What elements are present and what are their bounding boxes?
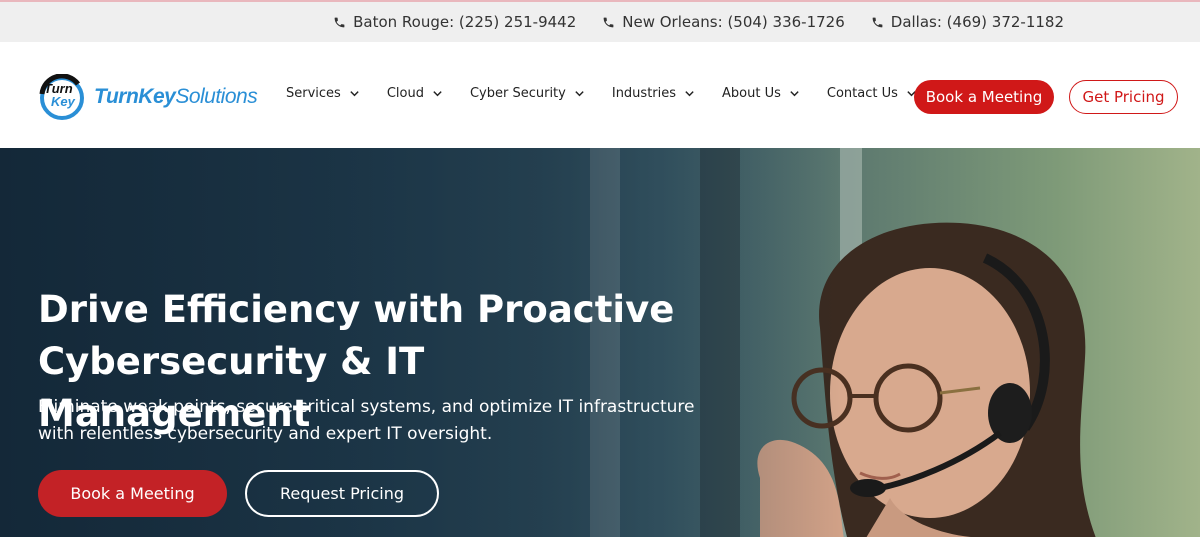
hero-subtitle: Eliminate weak points, secure critical s… bbox=[38, 394, 698, 448]
site-header: Turn Key TurnKeySolutions Services Cloud… bbox=[0, 42, 1200, 148]
hero-title-line: Drive Efficiency with Proactive bbox=[38, 288, 675, 331]
nav-label: About Us bbox=[722, 86, 781, 101]
nav-cloud[interactable]: Cloud bbox=[387, 86, 443, 101]
phone-baton-rouge[interactable]: Baton Rouge: (225) 251-9442 bbox=[333, 13, 576, 31]
chevron-down-icon bbox=[685, 91, 694, 97]
phone-label: New Orleans: (504) 336-1726 bbox=[622, 13, 845, 31]
nav-about-us[interactable]: About Us bbox=[722, 86, 800, 101]
chevron-down-icon bbox=[433, 91, 442, 97]
chevron-down-icon bbox=[575, 91, 584, 97]
chevron-down-icon bbox=[350, 91, 359, 97]
chevron-down-icon bbox=[790, 91, 799, 97]
phone-icon bbox=[872, 17, 883, 27]
nav-industries[interactable]: Industries bbox=[612, 86, 695, 101]
turnkey-logo-mark: Turn Key bbox=[39, 74, 84, 120]
phone-label: Dallas: (469) 372-1182 bbox=[890, 13, 1064, 31]
phone-icon bbox=[603, 17, 614, 27]
nav-contact-us[interactable]: Contact Us bbox=[827, 86, 917, 101]
site-logo[interactable]: Turn Key TurnKeySolutions bbox=[38, 74, 258, 120]
main-nav: Services Cloud Cyber Security Industries… bbox=[286, 86, 917, 101]
hero-book-meeting-button[interactable]: Book a Meeting bbox=[38, 470, 227, 517]
get-pricing-button[interactable]: Get Pricing bbox=[1069, 80, 1178, 114]
book-meeting-button[interactable]: Book a Meeting bbox=[914, 80, 1054, 114]
nav-label: Contact Us bbox=[826, 86, 898, 101]
svg-text:Key: Key bbox=[51, 94, 76, 109]
nav-label: Cloud bbox=[386, 86, 424, 101]
hero-subtitle-line: with relentless cybersecurity and expert… bbox=[38, 424, 493, 444]
phone-icon bbox=[334, 17, 345, 27]
nav-services[interactable]: Services bbox=[286, 86, 360, 101]
logo-wordmark: TurnKeySolutions bbox=[94, 85, 258, 108]
nav-label: Services bbox=[286, 86, 341, 101]
nav-label: Industries bbox=[611, 86, 677, 101]
phone-new-orleans[interactable]: New Orleans: (504) 336-1726 bbox=[602, 13, 845, 31]
nav-cyber-security[interactable]: Cyber Security bbox=[470, 86, 585, 101]
hero-request-pricing-button[interactable]: Request Pricing bbox=[245, 470, 439, 517]
nav-label: Cyber Security bbox=[469, 86, 566, 101]
hero-subtitle-line: Eliminate weak points, secure critical s… bbox=[38, 397, 695, 417]
top-contact-bar: Baton Rouge: (225) 251-9442 New Orleans:… bbox=[0, 0, 1200, 42]
hero-section: Drive Efficiency with Proactive Cybersec… bbox=[0, 148, 1200, 537]
phone-label: Baton Rouge: (225) 251-9442 bbox=[353, 13, 577, 31]
phone-dallas[interactable]: Dallas: (469) 372-1182 bbox=[871, 13, 1064, 31]
